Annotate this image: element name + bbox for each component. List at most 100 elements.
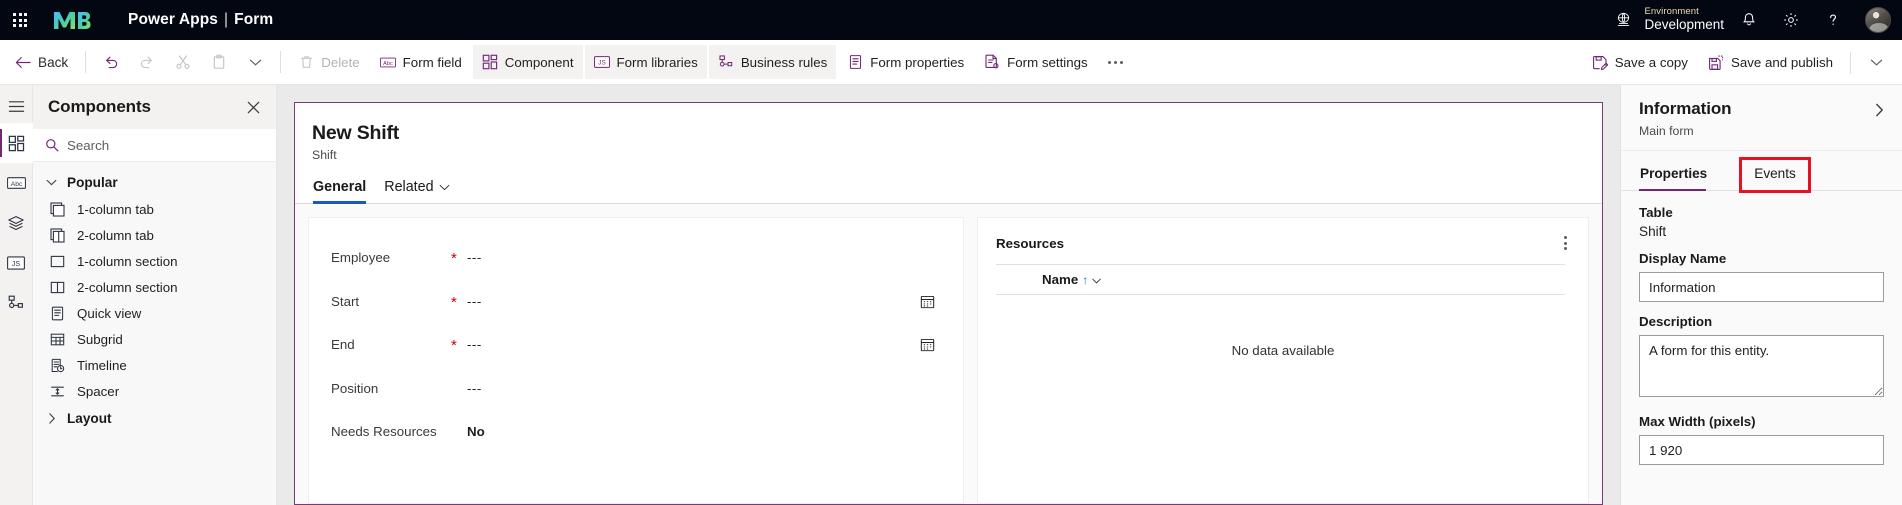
cut-button[interactable] xyxy=(166,45,200,79)
field-row-position[interactable]: Position --- xyxy=(331,367,941,411)
one-column-section-icon xyxy=(49,253,66,270)
delete-label: Delete xyxy=(321,54,360,70)
component-item-label: Timeline xyxy=(77,357,127,373)
save-options-caret[interactable] xyxy=(1859,46,1893,80)
component-item-timeline[interactable]: Timeline xyxy=(33,352,276,378)
subgrid-title: Resources xyxy=(996,235,1064,251)
component-group-layout[interactable]: Layout xyxy=(33,404,276,432)
component-item-1-column-section[interactable]: 1-column section xyxy=(33,248,276,274)
field-row-employee[interactable]: Employee * --- xyxy=(331,236,941,280)
chevron-right-icon xyxy=(46,412,57,424)
gear-icon[interactable] xyxy=(1770,0,1812,40)
chevron-right-icon[interactable] xyxy=(1868,99,1890,121)
command-bar-right: Save a copy Save and publish xyxy=(1582,40,1894,85)
form-sections: Employee * --- Start * --- End * --- Pos… xyxy=(295,204,1602,504)
environment-selector[interactable]: Environment Development xyxy=(1610,7,1728,32)
rail-item-business-rules[interactable] xyxy=(0,283,33,323)
form-preview: New Shift Shift General Related Employee… xyxy=(294,102,1603,505)
rail-item-form-libraries[interactable]: JS xyxy=(0,243,33,283)
components-panel-title: Components xyxy=(48,97,151,116)
delete-button[interactable]: Delete xyxy=(289,45,368,79)
properties-panel-header: Information Main form xyxy=(1621,85,1902,151)
properties-panel: Information Main form Properties Events … xyxy=(1620,85,1902,505)
display-name-input[interactable] xyxy=(1639,272,1884,302)
field-value: --- xyxy=(467,337,482,353)
rail-item-layers[interactable] xyxy=(0,203,33,243)
form-libraries-button[interactable]: JS Form libraries xyxy=(584,45,707,79)
field-row-needs-resources[interactable]: Needs Resources No xyxy=(331,410,941,454)
components-panel-header: Components xyxy=(33,85,276,129)
command-overflow-button[interactable] xyxy=(1098,45,1133,79)
components-list: Popular 1-column tab 2-column tab 1-colu… xyxy=(33,162,276,505)
rail-item-form-fields[interactable]: Abc xyxy=(0,163,33,203)
chevron-down-icon xyxy=(1868,55,1884,71)
quick-view-icon xyxy=(49,305,66,322)
close-icon[interactable] xyxy=(242,96,264,118)
general-section: Employee * --- Start * --- End * --- Pos… xyxy=(308,217,964,504)
environment-label: Environment xyxy=(1644,6,1699,18)
business-rules-label: Business rules xyxy=(740,54,828,70)
calendar-icon[interactable] xyxy=(913,337,941,352)
page-name: Form xyxy=(234,11,274,28)
paste-options-caret[interactable] xyxy=(238,45,272,79)
business-rules-button[interactable]: Business rules xyxy=(708,45,837,79)
description-textarea[interactable]: A form for this entity. xyxy=(1639,335,1884,397)
app-title: Power Apps | Form xyxy=(128,11,273,29)
paste-button[interactable] xyxy=(202,45,236,79)
component-button[interactable]: Component xyxy=(472,45,583,79)
form-properties-button[interactable]: Form properties xyxy=(838,45,973,79)
component-item-1-column-tab[interactable]: 1-column tab xyxy=(33,196,276,222)
component-item-2-column-tab[interactable]: 2-column tab xyxy=(33,222,276,248)
required-indicator: * xyxy=(451,337,457,355)
bell-icon[interactable] xyxy=(1728,0,1770,40)
field-label: Position xyxy=(331,380,379,396)
tab-label: General xyxy=(313,179,367,195)
waffle-icon[interactable] xyxy=(0,0,40,40)
tab-related[interactable]: Related xyxy=(384,179,449,203)
back-button[interactable]: Back xyxy=(7,45,77,79)
tab-events[interactable]: Events xyxy=(1739,157,1811,193)
javascript-libraries-icon: JS xyxy=(593,54,610,70)
table-value: Shift xyxy=(1639,224,1667,239)
column-header-name[interactable]: Name ↑ xyxy=(1042,272,1101,287)
form-field-button[interactable]: Abc Form field xyxy=(371,45,471,79)
tab-properties[interactable]: Properties xyxy=(1639,160,1720,191)
globe-icon xyxy=(1610,11,1636,28)
tab-general[interactable]: General xyxy=(313,179,367,204)
timeline-icon xyxy=(49,357,66,374)
save-a-copy-button[interactable]: Save a copy xyxy=(1583,46,1697,80)
user-avatar[interactable] xyxy=(1854,0,1902,40)
search-input[interactable] xyxy=(67,129,266,161)
save-and-publish-button[interactable]: Save and publish xyxy=(1699,46,1842,80)
max-width-input[interactable] xyxy=(1639,435,1884,465)
chevron-down-icon xyxy=(247,54,263,70)
rail-item-components[interactable] xyxy=(0,123,33,163)
back-arrow-icon xyxy=(15,54,31,70)
component-group-popular[interactable]: Popular xyxy=(33,168,276,196)
field-label: Employee xyxy=(331,250,391,266)
calendar-icon[interactable] xyxy=(913,294,941,309)
component-item-2-column-section[interactable]: 2-column section xyxy=(33,274,276,300)
save-publish-icon xyxy=(1708,55,1724,71)
undo-button[interactable] xyxy=(94,45,128,79)
component-item-label: Spacer xyxy=(77,383,120,399)
redo-button[interactable] xyxy=(130,45,164,79)
table-label: Table xyxy=(1639,205,1673,220)
more-vertical-icon[interactable] xyxy=(1559,232,1572,254)
power-apps-logo-icon[interactable] xyxy=(50,0,94,40)
field-row-end[interactable]: End * --- xyxy=(331,323,941,367)
divider xyxy=(1850,51,1851,74)
form-settings-button[interactable]: Form settings xyxy=(975,45,1097,79)
components-search[interactable] xyxy=(33,129,276,162)
title-separator: | xyxy=(224,11,229,28)
hamburger-menu-icon[interactable] xyxy=(0,89,33,123)
component-item-subgrid[interactable]: Subgrid xyxy=(33,326,276,352)
help-icon[interactable] xyxy=(1812,0,1854,40)
save-copy-icon xyxy=(1592,55,1608,71)
back-label: Back xyxy=(38,54,69,70)
required-indicator: * xyxy=(451,293,457,311)
field-row-start[interactable]: Start * --- xyxy=(331,280,941,324)
component-item-spacer[interactable]: Spacer xyxy=(33,378,276,404)
properties-panel-title: Information xyxy=(1639,99,1732,118)
component-item-quick-view[interactable]: Quick view xyxy=(33,300,276,326)
